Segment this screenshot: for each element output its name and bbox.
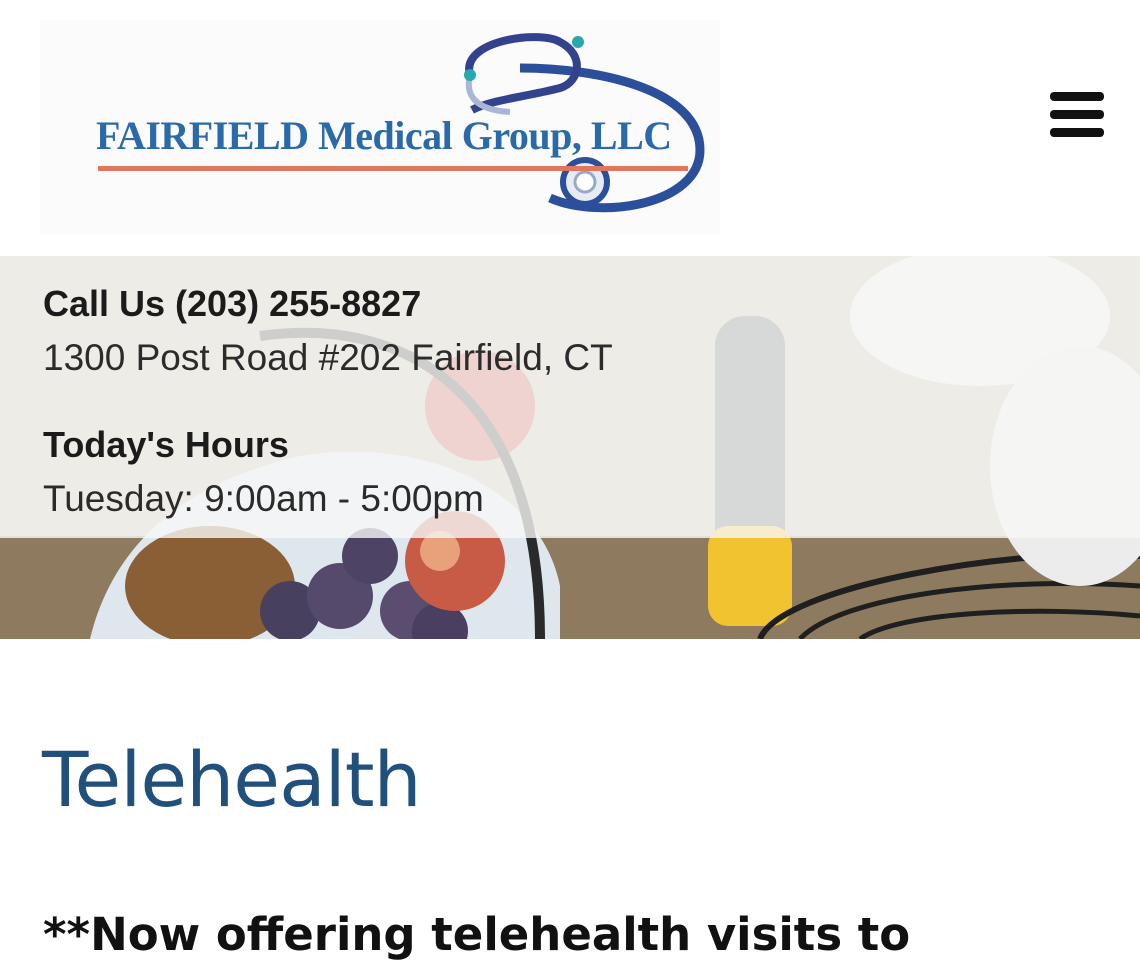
phone-number[interactable]: Call Us (203) 255-8827 bbox=[43, 283, 421, 325]
hours-title: Today's Hours bbox=[43, 424, 289, 465]
hamburger-menu-icon[interactable] bbox=[1046, 90, 1106, 140]
address[interactable]: 1300 Post Road #202 Fairfield, CT bbox=[43, 337, 613, 379]
site-header: FAIRFIELD Medical Group, LLC bbox=[0, 0, 1140, 256]
telehealth-announcement: **Now offering telehealth visits to bbox=[43, 908, 911, 961]
logo-text: FAIRFIELD Medical Group, LLC bbox=[96, 113, 672, 158]
logo-underline bbox=[98, 166, 688, 171]
page-title: Telehealth bbox=[42, 735, 422, 824]
hero-banner: Call Us (203) 255-8827 1300 Post Road #2… bbox=[0, 256, 1140, 639]
site-logo[interactable]: FAIRFIELD Medical Group, LLC bbox=[40, 20, 720, 235]
hours-value: Tuesday: 9:00am - 5:00pm bbox=[43, 478, 484, 519]
